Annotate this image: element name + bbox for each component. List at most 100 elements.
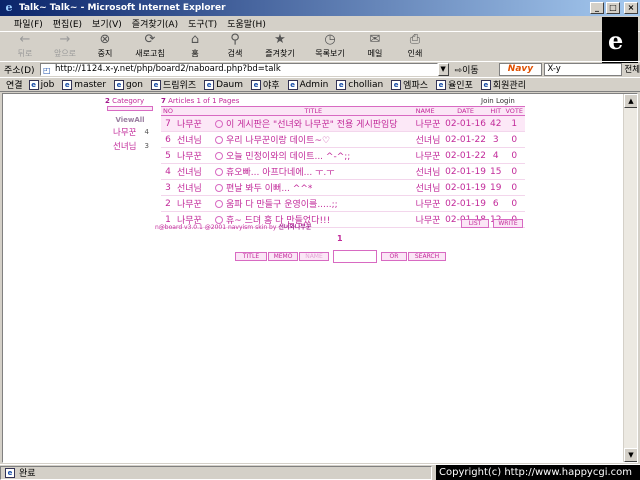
- category-viewall[interactable]: ViewAll: [107, 116, 153, 124]
- link-dreamwiz[interactable]: e 드림위즈: [150, 78, 196, 91]
- row-category[interactable]: 나무꾼: [174, 115, 213, 132]
- link-admin[interactable]: e Admin: [287, 79, 328, 90]
- row-author[interactable]: 선녀님: [413, 179, 444, 196]
- links-label: 연결: [6, 81, 23, 91]
- link-empas[interactable]: e 엠파스: [391, 78, 428, 91]
- stop-button[interactable]: ⊗ 중지: [86, 33, 124, 59]
- back-button[interactable]: ← 뒤로: [6, 33, 44, 59]
- maximize-button[interactable]: □: [606, 2, 620, 14]
- home-button[interactable]: ⌂ 홈: [176, 33, 214, 59]
- row-title[interactable]: 편날 봐두 이뻐... ^^*: [226, 184, 312, 194]
- table-row[interactable]: 6 선녀님 우리 나무꾼이랑 데이트~♡ 선녀님 02-01-22 3 0: [161, 131, 525, 148]
- row-author[interactable]: 나무꾼: [413, 115, 444, 132]
- forward-arrow-icon: →: [59, 32, 71, 47]
- category-item[interactable]: 선녀님 3: [107, 140, 153, 152]
- mail-button[interactable]: ✉ 메일: [356, 33, 394, 59]
- link-gon[interactable]: e gon: [114, 79, 143, 90]
- table-row[interactable]: 4 선녀님 휴오빠... 아프다네에... ㅜ.ㅜ 선녀님 02-01-19 15 0: [161, 163, 525, 180]
- menu-favorites[interactable]: 즐겨찾기(A): [132, 17, 178, 30]
- row-title[interactable]: 우리 나무꾼이랑 데이트~♡: [226, 136, 330, 146]
- row-author[interactable]: 나무꾼: [413, 211, 444, 228]
- menu-edit[interactable]: 편집(E): [53, 17, 82, 30]
- scroll-up-button[interactable]: ▲: [624, 94, 637, 108]
- close-button[interactable]: ×: [624, 2, 638, 14]
- menu-help[interactable]: 도움말(H): [227, 17, 266, 30]
- print-button[interactable]: ⎙ 인쇄: [396, 33, 434, 59]
- row-vote: 0: [503, 195, 525, 212]
- link-chollian[interactable]: e chollian: [336, 79, 383, 90]
- navy-search-scope[interactable]: 전체: [624, 63, 640, 75]
- row-title-cell[interactable]: 이 게시판은 "선녀와 나무꾼" 전용 게시판임당: [212, 115, 414, 132]
- row-title-cell[interactable]: 오늘 민정이와의 데이트... ^-^;;: [212, 147, 414, 164]
- row-category[interactable]: 선녀님: [174, 179, 213, 196]
- write-button[interactable]: WRITE: [493, 219, 523, 228]
- favorites-button[interactable]: ★ 즐겨찾기: [256, 33, 304, 59]
- address-input[interactable]: ◰ http://1124.x-y.net/php/board2/naboard…: [39, 62, 438, 76]
- row-title[interactable]: 이 게시판은 "선녀와 나무꾼" 전용 게시판임당: [226, 120, 398, 130]
- link-master[interactable]: e master: [62, 79, 106, 90]
- address-dropdown-button[interactable]: ▼: [437, 62, 449, 76]
- link-page-icon: e: [391, 79, 402, 90]
- row-vote: 0: [503, 147, 525, 164]
- row-category[interactable]: 나무꾼: [174, 147, 213, 164]
- row-category[interactable]: 선녀님: [174, 163, 213, 180]
- search-title-button[interactable]: TITLE: [235, 252, 267, 261]
- window-title: Talk~ Talk~ - Microsoft Internet Explore…: [19, 3, 226, 13]
- row-title-cell[interactable]: 휴오빠... 아프다네에... ㅜ.ㅜ: [212, 163, 414, 180]
- menu-file[interactable]: 파일(F): [14, 17, 43, 30]
- row-number: 5: [161, 147, 175, 164]
- join-login-link[interactable]: Join Login: [481, 97, 515, 105]
- link-yulinfo[interactable]: e 율인포: [436, 78, 473, 91]
- table-row[interactable]: 7 나무꾼 이 게시판은 "선녀와 나무꾼" 전용 게시판임당 나무꾼 02-01-16…: [161, 115, 525, 132]
- row-category[interactable]: 선녀님: [174, 131, 213, 148]
- row-title-cell[interactable]: 편날 봐두 이뻐... ^^*: [212, 179, 414, 196]
- search-button-label: 검색: [227, 49, 243, 58]
- link-member-admin[interactable]: e 회원관리: [480, 78, 526, 91]
- table-row[interactable]: 5 나무꾼 오늘 민정이와의 데이트... ^-^;; 나무꾼 02-01-22 4 0: [161, 147, 525, 164]
- category-name: 선녀님: [113, 142, 137, 152]
- row-title[interactable]: 오늘 민정이와의 데이트... ^-^;;: [226, 152, 350, 162]
- row-title[interactable]: 움파 다 만들구 운영이를.....;;: [226, 200, 338, 210]
- print-icon: ⎙: [409, 32, 421, 47]
- search-or-button[interactable]: OR: [381, 252, 407, 261]
- row-title-cell[interactable]: 움파 다 만들구 운영이를.....;;: [212, 195, 414, 212]
- search-submit-button[interactable]: SEARCH: [408, 252, 446, 261]
- menu-tools[interactable]: 도구(T): [188, 17, 217, 30]
- navy-search-input[interactable]: X-y: [544, 62, 623, 76]
- table-row[interactable]: 3 선녀님 편날 봐두 이뻐... ^^* 선녀님 02-01-19 19 0: [161, 179, 525, 196]
- menu-view[interactable]: 보기(V): [92, 17, 122, 30]
- bullet-circle-icon: [214, 168, 223, 176]
- history-button[interactable]: ◷ 목록보기: [306, 33, 354, 59]
- row-author[interactable]: 나무꾼: [413, 195, 444, 212]
- row-title-cell[interactable]: 우리 나무꾼이랑 데이트~♡: [212, 131, 414, 148]
- search-button[interactable]: ⚲ 검색: [216, 33, 254, 59]
- go-button-label: 이동: [462, 65, 479, 76]
- table-row[interactable]: 2 나무꾼 움파 다 만들구 운영이를.....;; 나무꾼 02-01-19 6 0: [161, 195, 525, 212]
- link-job[interactable]: e job: [28, 79, 54, 90]
- row-author[interactable]: 선녀님: [413, 163, 444, 180]
- search-memo-button[interactable]: MEMO: [268, 252, 298, 261]
- articles-header: 7 Articles 1 of 1 Pages: [161, 97, 239, 105]
- row-author[interactable]: 나무꾼: [413, 147, 444, 164]
- board-search-input[interactable]: [333, 250, 377, 263]
- refresh-button[interactable]: ⟳ 새로고침: [126, 33, 174, 59]
- bullet-circle-icon: [214, 184, 223, 192]
- row-category[interactable]: 나무꾼: [174, 195, 213, 212]
- address-bar: 주소(D) ◰ http://1124.x-y.net/php/board2/n…: [0, 61, 640, 76]
- scroll-down-button[interactable]: ▼: [624, 448, 637, 462]
- list-button[interactable]: LIST: [461, 219, 489, 228]
- go-button[interactable]: ⇨이동: [455, 63, 495, 76]
- category-item[interactable]: 나무꾼 4: [107, 126, 153, 138]
- window-controls: _ □ ×: [590, 2, 638, 14]
- link-yahoo[interactable]: e 야후: [251, 78, 280, 91]
- ie-logo-icon: e: [5, 1, 13, 14]
- search-name-button[interactable]: NAME: [299, 252, 329, 261]
- link-page-icon: e: [336, 79, 347, 90]
- page-number-link[interactable]: 1: [337, 234, 343, 243]
- row-author[interactable]: 선녀님: [413, 131, 444, 148]
- forward-button[interactable]: → 앞으로: [46, 33, 84, 59]
- minimize-button[interactable]: _: [590, 2, 604, 14]
- vertical-scrollbar[interactable]: ▲ ▼: [623, 94, 637, 462]
- link-daum[interactable]: e Daum: [204, 79, 243, 90]
- row-title[interactable]: 휴오빠... 아프다네에... ㅜ.ㅜ: [226, 168, 335, 178]
